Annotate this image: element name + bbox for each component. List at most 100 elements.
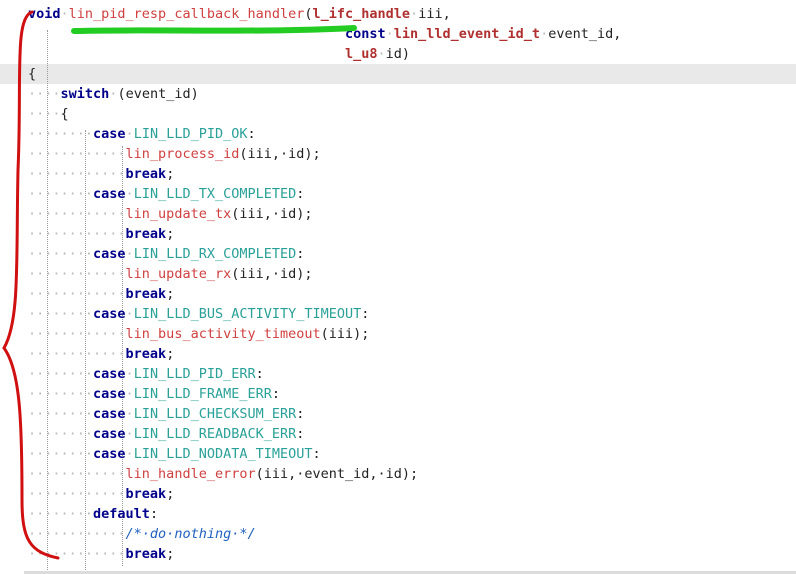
code-token-ws: ············ [28,346,126,362]
code-token-kw: default [93,506,150,522]
code-line[interactable]: { [28,64,36,84]
code-token-ws: · [125,246,134,262]
code-token-fn: lin_bus_activity_timeout [125,326,321,342]
code-token-ws: ············ [28,526,126,542]
code-token-plain: : [247,126,256,142]
code-token-plain: (iii,·event_id,·id); [255,466,419,482]
code-token-ws: · [125,446,134,462]
code-token-const: LIN_LLD_FRAME_ERR [133,386,272,402]
code-token-kw: case [93,446,126,462]
code-token-plain: (event_id) [117,86,199,102]
code-token-kw: void [28,6,61,22]
code-token-const: LIN_LLD_BUS_ACTIVITY_TIMEOUT [133,306,362,322]
code-token-plain: ( [304,6,313,22]
code-token-ws: ············ [28,286,126,302]
code-line[interactable]: ········case·LIN_LLD_READBACK_ERR: [28,424,304,444]
code-token-const: LIN_LLD_RX_COMPLETED [133,246,297,262]
code-line[interactable]: ············lin_update_rx(iii,·id); [28,264,313,284]
code-token-plain: (iii,·id); [231,206,313,222]
code-token-ws: · [125,426,134,442]
code-token-plain: : [296,426,305,442]
code-token-plain: event_id, [548,26,622,42]
code-token-plain: (iii); [320,326,370,342]
code-token-ws: ···· [28,106,61,122]
code-token-ws: ···· [28,86,61,102]
code-token-fn: lin_process_id [125,146,240,162]
code-line[interactable]: ············break; [28,344,174,364]
code-token-type: l_ifc_handle [312,6,411,22]
code-line[interactable]: ············break; [28,224,174,244]
code-token-ws: ········ [28,306,94,322]
code-line[interactable]: ····switch·(event_id) [28,84,199,104]
code-line[interactable]: ············break; [28,284,174,304]
code-token-ws: ············ [28,486,126,502]
code-token-kw: case [93,366,126,382]
code-token-kw: break [125,286,167,302]
code-token-plain: ; [166,226,175,242]
code-line[interactable]: ········case·LIN_LLD_BUS_ACTIVITY_TIMEOU… [28,304,369,324]
code-token-kw: break [125,166,167,182]
code-token-kw: break [125,486,167,502]
code-line[interactable]: ········case·LIN_LLD_NODATA_TIMEOUT: [28,444,321,464]
code-token-plain: iii, [418,6,451,22]
code-token-ws: ········ [28,446,94,462]
code-token-ws: · [410,6,419,22]
code-line[interactable]: void·lin_pid_resp_callback_handler(l_ifc… [28,4,451,24]
code-token-ws: · [377,46,386,62]
code-token-ws: ············ [28,266,126,282]
code-token-ws: ············ [28,206,126,222]
code-token-plain: ; [166,346,175,362]
code-line[interactable]: ········case·LIN_LLD_CHECKSUM_ERR: [28,404,304,424]
code-line[interactable]: const·lin_lld_event_id_t·event_id, [28,24,621,44]
code-line[interactable]: ········default: [28,504,158,524]
code-token-const: LIN_LLD_CHECKSUM_ERR [133,406,297,422]
code-token-kw: const [344,26,386,42]
code-line[interactable]: ············break; [28,544,174,564]
code-token-ws: ············ [28,146,126,162]
code-line[interactable]: l_u8·id) [28,44,410,64]
code-token-kw: case [93,426,126,442]
code-token-kw: break [125,226,167,242]
code-token-ws: · [125,366,134,382]
code-line[interactable]: ············lin_handle_error(iii,·event_… [28,464,418,484]
code-token-plain: : [296,246,305,262]
code-token-ws: · [125,306,134,322]
code-token-plain: : [361,306,370,322]
code-token-ws: ············ [28,326,126,342]
code-token-type: l_u8 [344,46,378,62]
code-token-const: LIN_LLD_READBACK_ERR [133,426,297,442]
code-editor[interactable]: void·lin_pid_resp_callback_handler(l_ifc… [0,0,796,574]
code-line[interactable]: ········case·LIN_LLD_RX_COMPLETED: [28,244,304,264]
code-line[interactable]: ············break; [28,484,174,504]
code-token-ws: ············ [28,166,126,182]
code-token-ws: ············ [28,466,126,482]
current-line-highlight [0,64,796,84]
code-token-plain: (iii,·id); [231,266,313,282]
code-token-ws: · [385,26,394,42]
code-token-kw: case [93,306,126,322]
code-line[interactable]: ············break; [28,164,174,184]
code-token-kw: break [125,346,167,362]
code-line[interactable]: ············lin_process_id(iii,·id); [28,144,321,164]
code-token-plain: : [255,366,264,382]
code-token-plain: : [149,506,159,522]
code-line[interactable]: ········case·LIN_LLD_PID_OK: [28,124,256,144]
code-line[interactable]: ············lin_update_tx(iii,·id); [28,204,313,224]
code-line[interactable]: ········case·LIN_LLD_FRAME_ERR: [28,384,280,404]
code-token-plain: ; [166,286,175,302]
code-token-fn: lin_handle_error [125,466,256,482]
code-token-const: LIN_LLD_TX_COMPLETED [133,186,297,202]
code-token-kw: break [125,546,167,562]
code-line[interactable]: ············lin_bus_activity_timeout(iii… [28,324,369,344]
code-token-fn: lin_pid_resp_callback_handler [68,6,305,22]
code-token-ws: · [60,6,69,22]
code-token-ws: · [125,386,134,402]
code-line[interactable]: ····{ [28,104,69,124]
code-line[interactable]: ········case·LIN_LLD_TX_COMPLETED: [28,184,304,204]
code-token-fn: lin_update_rx [125,266,232,282]
code-token-ws: ········ [28,246,94,262]
code-token-kw: case [93,386,126,402]
code-line[interactable]: ············/*·do·nothing·*/ [28,524,256,544]
code-token-ws: ········ [28,426,94,442]
code-line[interactable]: ········case·LIN_LLD_PID_ERR: [28,364,264,384]
